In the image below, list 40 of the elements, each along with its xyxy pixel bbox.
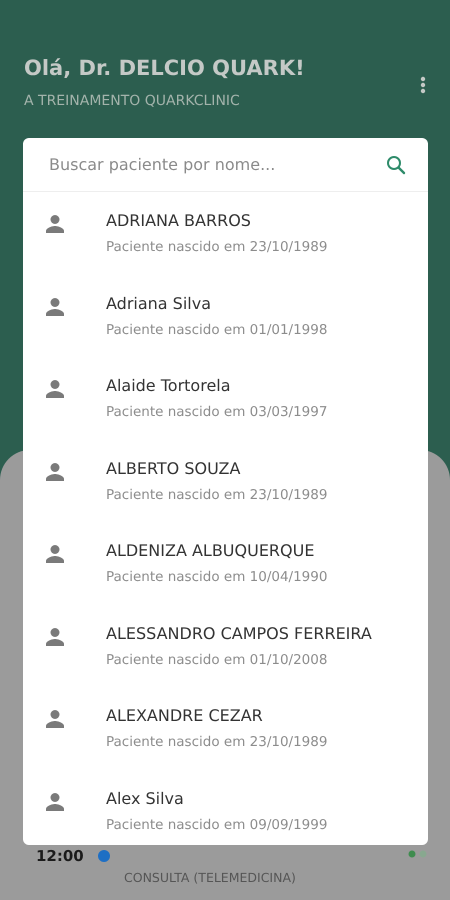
patient-name: ALDENIZA ALBUQUERQUE [106,540,316,562]
patient-list-item[interactable]: ALBERTO SOUZA Paciente nascido em 23/10/1989 [23,440,428,522]
patient-birth-date: Paciente nascido em 09/09/1999 [106,816,328,835]
patient-list-item[interactable]: ALDENIZA ALBUQUERQUE Paciente nascido em 10/04/1990 [23,522,428,604]
patient-list-item[interactable]: Alaide Tortorela Paciente nascido em 03/03/1997 [23,357,428,440]
patient-name: ALBERTO SOUZA [106,458,242,480]
menu-icon[interactable] [420,76,426,94]
patient-list-item[interactable]: ALESSANDRO CAMPOS FERREIRA Paciente nascido em 01/10/2008 [23,604,428,687]
patient-name: ALEXANDRE CEZAR [106,705,264,728]
status-dots-icon [408,850,428,858]
person-icon [45,709,65,730]
patient-name: ADRIANA BARROS [106,210,252,232]
person-icon [45,544,65,564]
patient-birth-date: Paciente nascido em 10/04/1990 [106,568,328,588]
patient-name: Adriana Silva [106,292,212,315]
patient-birth-date: Paciente nascido em 23/10/1989 [106,486,328,505]
patient-name: Alaide Tortorela [106,375,232,398]
greeting-title: Olá, Dr. DELCIO QUARK! [24,56,305,82]
person-icon [45,296,65,317]
person-icon [45,462,65,482]
person-icon [45,792,65,812]
appointment-time: 12:00 [36,846,85,868]
person-icon [45,214,65,234]
patient-list-item[interactable]: ALEXANDRE CEZAR Paciente nascido em 23/10/1989 [23,687,428,770]
search-icon[interactable] [386,154,406,174]
patient-list-item[interactable]: Alex Silva Paciente nascido em 09/09/1999 [23,770,428,845]
patient-birth-date: Paciente nascido em 23/10/1989 [106,733,328,752]
patient-birth-date: Paciente nascido em 01/10/2008 [106,650,328,670]
status-dot-icon [98,850,110,862]
patient-birth-date: Paciente nascido em 01/01/1998 [106,320,328,340]
patient-list-item[interactable]: ADRIANA BARROS Paciente nascido em 23/10/1989 [23,192,428,274]
appointment-type: CONSULTA (TELEMEDICINA) [124,869,297,888]
patient-name: ALESSANDRO CAMPOS FERREIRA [106,622,372,645]
clinic-subtitle: A TREINAMENTO QUARKCLINIC [24,92,241,112]
person-icon [45,626,65,647]
patient-birth-date: Paciente nascido em 03/03/1997 [106,403,328,422]
patient-list-item[interactable]: Adriana Silva Paciente nascido em 01/01/1998 [23,274,428,357]
patient-birth-date: Paciente nascido em 23/10/1989 [106,238,328,258]
person-icon [45,379,65,400]
patient-name: Alex Silva [106,788,185,810]
